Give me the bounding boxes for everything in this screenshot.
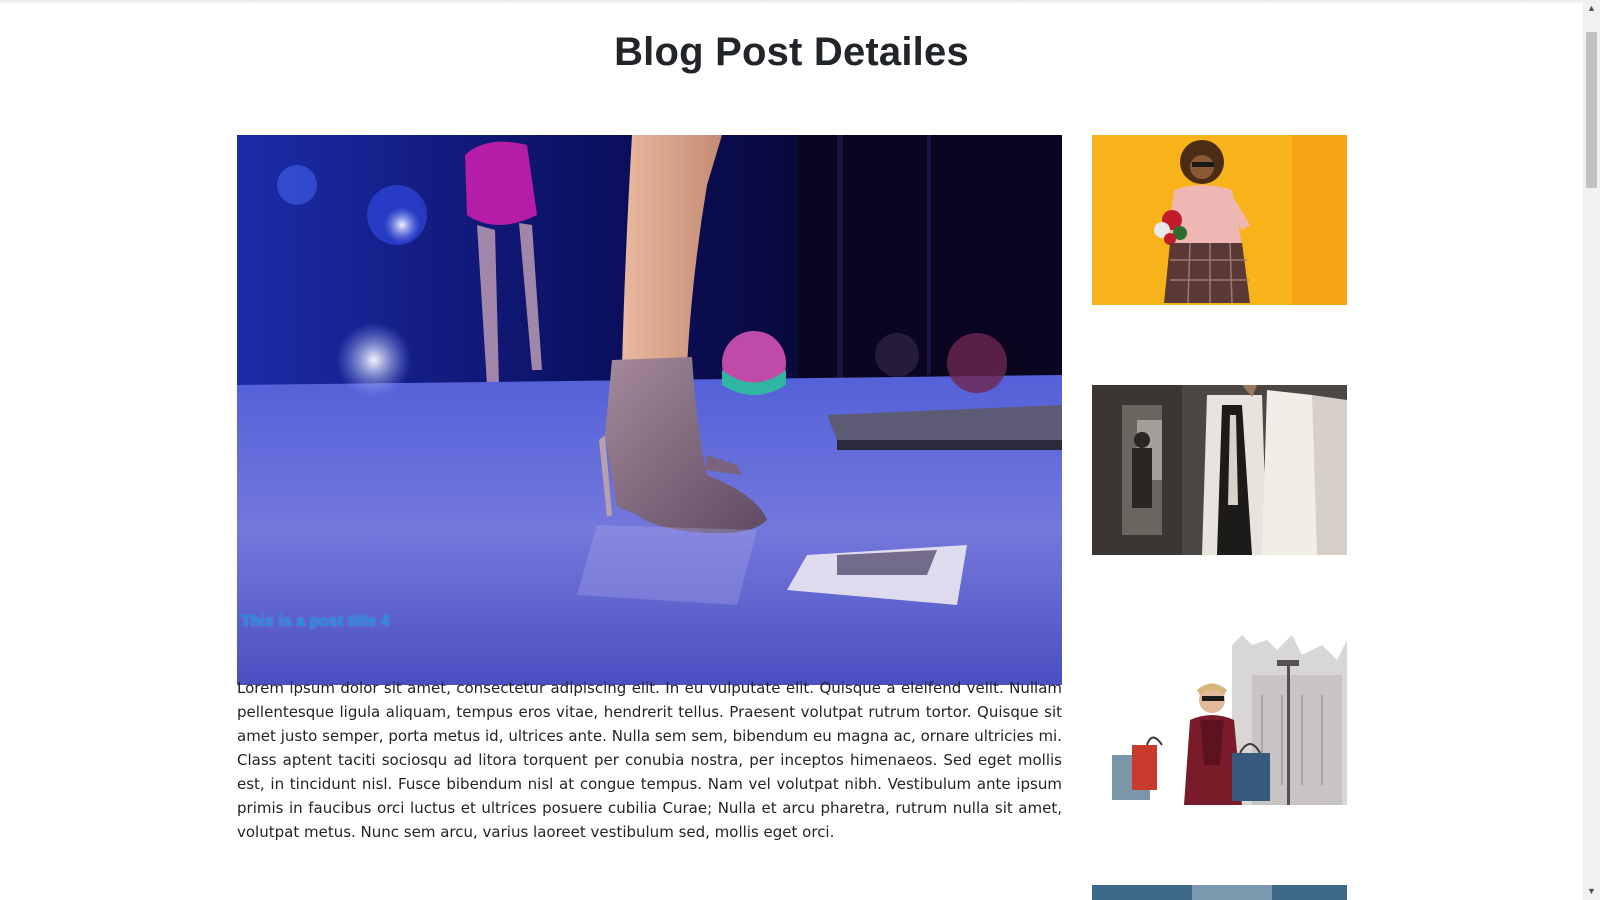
sidebar-thumbnail-1[interactable] — [1092, 135, 1347, 305]
clothing-rack-photo — [1092, 385, 1347, 555]
page-title: Blog Post Detailes — [614, 30, 969, 74]
post-body: Lorem ipsum dolor sit amet, consectetur … — [237, 679, 1062, 841]
scroll-down-arrow-icon[interactable]: ▼ — [1583, 883, 1600, 900]
vertical-scrollbar[interactable]: ▲ ▼ — [1583, 0, 1600, 900]
partial-thumbnail-photo — [1092, 885, 1347, 900]
stage-shoe-photo — [237, 135, 1062, 685]
sidebar-thumbnail-2[interactable] — [1092, 385, 1347, 555]
top-edge — [0, 0, 1583, 4]
woman-yellow-background-photo — [1092, 135, 1347, 305]
sidebar-thumbnail-3[interactable] — [1092, 635, 1347, 805]
woman-shopping-bags-photo — [1092, 635, 1347, 805]
sidebar-thumbnail-4[interactable] — [1092, 885, 1347, 900]
post-title[interactable]: This is a post title 4 — [241, 613, 389, 631]
scrollbar-thumb[interactable] — [1586, 32, 1597, 188]
post-hero-image[interactable]: This is a post title 4 — [237, 135, 1062, 685]
scroll-up-arrow-icon[interactable]: ▲ — [1583, 0, 1600, 17]
